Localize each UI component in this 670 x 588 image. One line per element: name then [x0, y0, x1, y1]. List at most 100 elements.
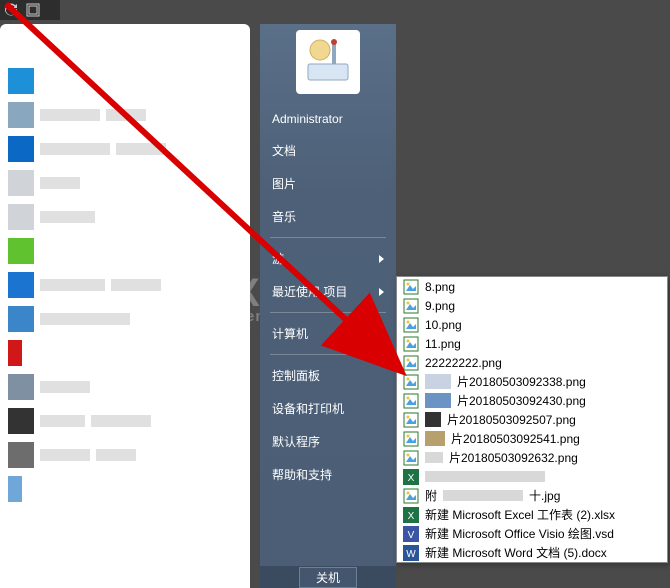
program-label — [40, 143, 110, 155]
program-label — [40, 381, 90, 393]
file-name: 片20180503092632.png — [449, 449, 578, 466]
file-name: 9.png — [425, 299, 455, 313]
sidebar-item-label: 计算机 — [272, 325, 308, 342]
sidebar-item-label: 默认程序 — [272, 433, 320, 450]
recent-file-item[interactable]: 9.png — [397, 296, 667, 315]
user-picture[interactable] — [296, 30, 360, 94]
program-item[interactable] — [8, 202, 242, 232]
image-icon — [403, 374, 419, 390]
pixelated-text — [443, 490, 523, 501]
sidebar-item-label: 最近使用 项目 — [272, 283, 347, 300]
svg-text:X: X — [408, 473, 415, 484]
program-label — [111, 279, 161, 291]
recent-file-item[interactable]: 22222222.png — [397, 353, 667, 372]
program-icon — [8, 102, 34, 128]
image-icon — [403, 336, 419, 352]
shutdown-button[interactable]: 关机 — [299, 567, 357, 588]
recent-file-item[interactable]: 片20180503092632.png — [397, 448, 667, 467]
recent-file-item[interactable]: W新建 Microsoft Word 文档 (5).docx — [397, 543, 667, 562]
program-label — [91, 415, 151, 427]
program-item[interactable] — [8, 100, 242, 130]
program-icon — [8, 408, 34, 434]
file-thumbnail — [425, 374, 451, 389]
program-item[interactable] — [8, 168, 242, 198]
fullscreen-icon[interactable] — [26, 3, 40, 17]
image-icon — [403, 393, 419, 409]
recent-file-item[interactable]: 8.png — [397, 277, 667, 296]
chevron-right-icon — [379, 288, 384, 296]
sidebar-item[interactable]: 音乐 — [260, 200, 396, 233]
file-name: 22222222.png — [425, 356, 502, 370]
recent-file-item[interactable]: 附十.jpg — [397, 486, 667, 505]
program-item[interactable] — [8, 372, 242, 402]
program-label — [40, 313, 130, 325]
recent-file-item[interactable]: X新建 Microsoft Excel 工作表 (2).xlsx — [397, 505, 667, 524]
sidebar-item[interactable]: 帮助和支持 — [260, 458, 396, 491]
recent-file-item[interactable]: 11.png — [397, 334, 667, 353]
chevron-right-icon — [379, 255, 384, 263]
recent-files-flyout: 8.png 9.png 10.png 11.png 22222222.png 片20180… — [396, 276, 668, 563]
excel-icon: X — [403, 469, 419, 485]
file-name: 11.png — [425, 337, 461, 351]
recent-file-item[interactable]: 片20180503092541.png — [397, 429, 667, 448]
shutdown-bar: 关机 — [260, 566, 396, 588]
file-name: 十.jpg — [529, 487, 560, 504]
recent-file-item[interactable]: X — [397, 467, 667, 486]
sidebar-user-label: Administrator — [272, 112, 343, 126]
program-icon — [8, 272, 34, 298]
program-icon — [8, 476, 22, 502]
program-item[interactable] — [8, 236, 242, 266]
image-icon — [403, 298, 419, 314]
sidebar-item-label: 设备和打印机 — [272, 400, 344, 417]
image-icon — [403, 431, 419, 447]
program-icon — [8, 306, 34, 332]
sidebar-item-label: 控制面板 — [272, 367, 320, 384]
program-item[interactable] — [8, 32, 242, 62]
program-item[interactable] — [8, 66, 242, 96]
sidebar-item[interactable]: 文档 — [260, 134, 396, 167]
program-label — [40, 211, 95, 223]
sidebar-item[interactable]: 计算机 — [260, 317, 396, 350]
sidebar-item[interactable]: 默认程序 — [260, 425, 396, 458]
sidebar-user[interactable]: Administrator — [260, 104, 396, 134]
sidebar-item[interactable]: 图片 — [260, 167, 396, 200]
sidebar-separator — [270, 312, 386, 313]
start-menu-programs — [0, 24, 250, 588]
image-icon — [403, 355, 419, 371]
file-thumbnail — [425, 393, 451, 408]
program-label — [40, 449, 90, 461]
sidebar-item-label: 图片 — [272, 175, 296, 192]
program-item[interactable] — [8, 270, 242, 300]
recent-file-item[interactable]: 片20180503092338.png — [397, 372, 667, 391]
program-item[interactable] — [8, 406, 242, 436]
program-item[interactable] — [8, 304, 242, 334]
program-icon — [8, 204, 34, 230]
program-label — [40, 109, 100, 121]
sidebar-item[interactable]: 设备和打印机 — [260, 392, 396, 425]
app-toolbar — [0, 0, 60, 20]
recent-file-item[interactable]: V新建 Microsoft Office Visio 绘图.vsd — [397, 524, 667, 543]
file-thumbnail — [425, 431, 445, 446]
word-icon: W — [403, 545, 419, 561]
recent-file-item[interactable]: 片20180503092430.png — [397, 391, 667, 410]
sidebar-item[interactable]: 游 — [260, 242, 396, 275]
recent-file-item[interactable]: 10.png — [397, 315, 667, 334]
program-icon — [8, 136, 34, 162]
program-label — [40, 415, 85, 427]
sidebar-item[interactable]: 控制面板 — [260, 359, 396, 392]
program-item[interactable] — [8, 474, 242, 504]
program-item[interactable] — [8, 134, 242, 164]
program-icon — [8, 68, 34, 94]
recent-file-item[interactable]: 片20180503092507.png — [397, 410, 667, 429]
pixelated-text — [425, 471, 545, 482]
program-item[interactable] — [8, 440, 242, 470]
program-item[interactable] — [8, 338, 242, 368]
sidebar-item[interactable]: 最近使用 项目 — [260, 275, 396, 308]
program-icon — [8, 238, 34, 264]
program-icon — [8, 442, 34, 468]
sidebar-item-label: 文档 — [272, 142, 296, 159]
program-label — [96, 449, 136, 461]
file-name: 新建 Microsoft Excel 工作表 (2).xlsx — [425, 506, 615, 523]
program-label — [40, 177, 80, 189]
rotate-icon[interactable] — [4, 3, 18, 17]
